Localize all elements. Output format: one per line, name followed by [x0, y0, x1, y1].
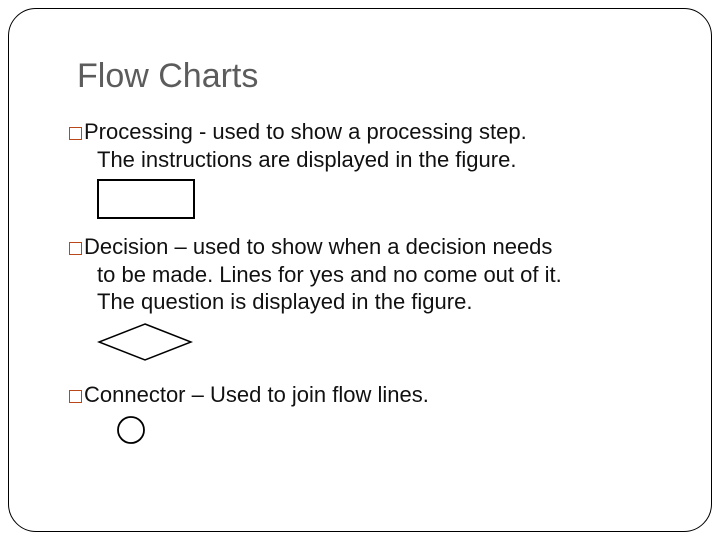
bullet-square-icon	[69, 390, 82, 403]
rectangle-icon	[97, 179, 195, 219]
sep: –	[168, 234, 192, 259]
cont-line: The question is displayed in the figure.	[69, 288, 663, 316]
bullet-line: Processing - used to show a processing s…	[69, 118, 663, 146]
term: Processing	[84, 119, 193, 144]
item-connector: Connector – Used to join flow lines.	[69, 381, 663, 452]
bullet-square-icon	[69, 127, 82, 140]
bullet-square-icon	[69, 242, 82, 255]
def: Used to join flow lines.	[210, 382, 429, 407]
bullet-line: Decision – used to show when a decision …	[69, 233, 663, 261]
slide-frame: Flow Charts Processing - used to show a …	[8, 8, 712, 532]
term: Connector	[84, 382, 186, 407]
page-title: Flow Charts	[77, 57, 663, 96]
diamond-icon	[97, 322, 193, 362]
def: used to show when a decision needs	[193, 234, 553, 259]
shape-connector	[69, 414, 663, 451]
shape-decision	[69, 322, 663, 367]
item-processing: Processing - used to show a processing s…	[69, 118, 663, 219]
bullet-line: Connector – Used to join flow lines.	[69, 381, 663, 409]
sep: -	[193, 119, 213, 144]
circle-icon	[115, 414, 147, 446]
sep: –	[186, 382, 210, 407]
item-decision: Decision – used to show when a decision …	[69, 233, 663, 367]
cont-line: to be made. Lines for yes and no come ou…	[69, 261, 663, 289]
cont-line: The instructions are displayed in the fi…	[69, 146, 663, 174]
shape-processing	[69, 179, 663, 219]
def: used to show a processing step.	[212, 119, 526, 144]
term: Decision	[84, 234, 168, 259]
